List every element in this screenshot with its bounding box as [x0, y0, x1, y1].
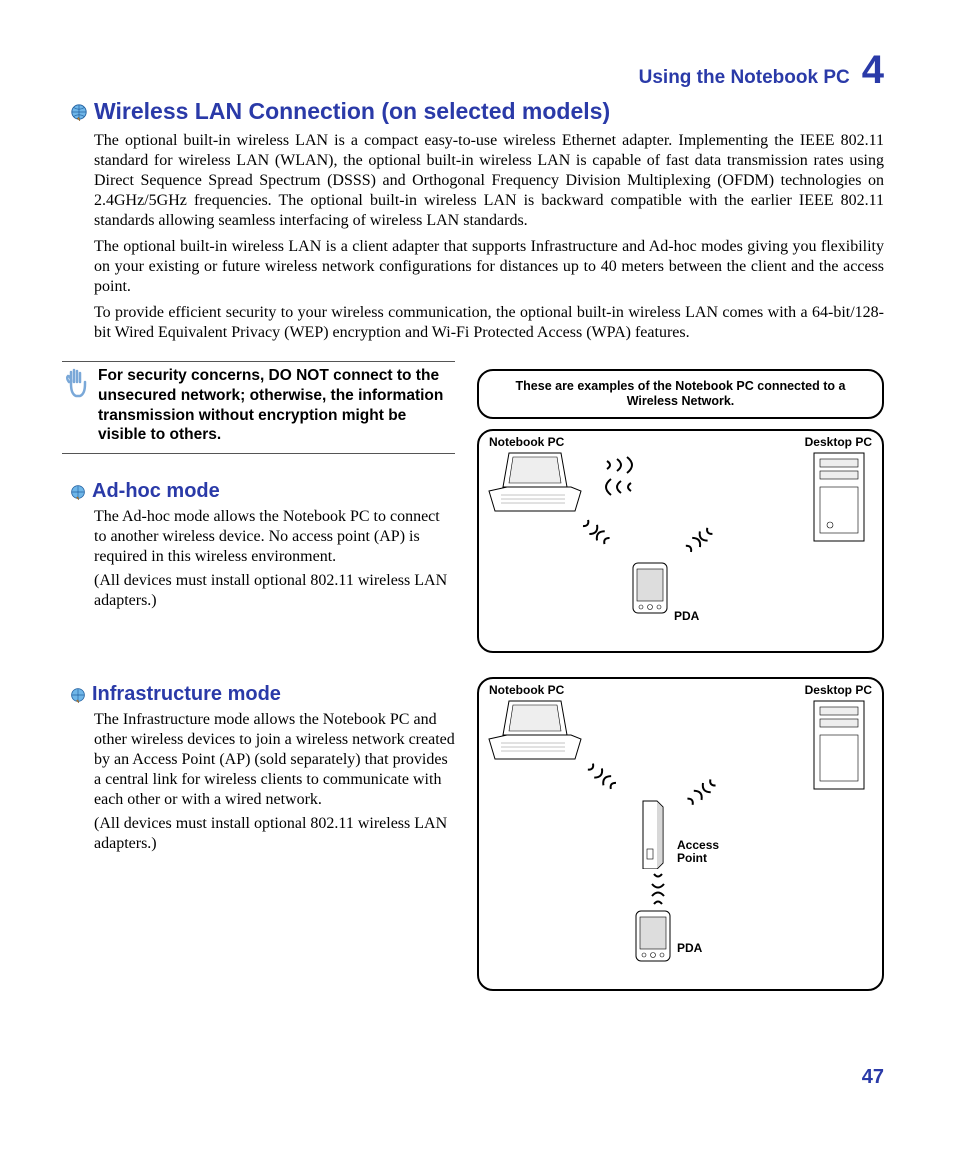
laptop-icon: [487, 451, 582, 516]
infra-diagram: Notebook PC Desktop PC Access Point PDA: [477, 677, 884, 991]
signal-icon: [569, 515, 624, 560]
label-notebook: Notebook PC: [489, 683, 564, 697]
infra-heading-row: Infrastructure mode: [70, 683, 455, 706]
warning-text: For security concerns, DO NOT connect to…: [98, 366, 455, 445]
signal-icon: [599, 475, 659, 515]
infra-title: Infrastructure mode: [92, 683, 281, 706]
signal-icon: [677, 519, 732, 564]
main-heading-row: Wireless LAN Connection (on selected mod…: [70, 98, 884, 125]
signal-icon: [571, 757, 631, 807]
desktop-icon: [810, 699, 870, 794]
adhoc-diagram: Notebook PC Desktop PC PDA: [477, 429, 884, 653]
label-pda: PDA: [674, 609, 699, 623]
label-notebook: Notebook PC: [489, 435, 564, 449]
header-title: Using the Notebook PC: [639, 67, 850, 89]
hand-stop-icon: [62, 366, 90, 445]
infra-note: (All devices must install optional 802.1…: [94, 814, 455, 854]
globe-icon: [70, 484, 86, 500]
adhoc-heading-row: Ad-hoc mode: [70, 480, 455, 503]
chapter-number: 4: [862, 50, 884, 90]
page-title: Wireless LAN Connection (on selected mod…: [94, 98, 610, 125]
label-access-point: Access Point: [677, 839, 719, 865]
adhoc-body: The Ad-hoc mode allows the Notebook PC t…: [94, 507, 455, 567]
intro-paragraph-3: To provide efficient security to your wi…: [94, 303, 884, 343]
intro-paragraph-2: The optional built-in wireless LAN is a …: [94, 237, 884, 297]
adhoc-title: Ad-hoc mode: [92, 480, 220, 503]
diagram-caption: These are examples of the Notebook PC co…: [477, 369, 884, 419]
page-number: 47: [862, 1066, 884, 1089]
security-warning: For security concerns, DO NOT connect to…: [62, 361, 455, 454]
label-pda: PDA: [677, 941, 702, 955]
globe-icon: [70, 103, 88, 121]
globe-icon: [70, 687, 86, 703]
pda-icon: [631, 561, 669, 616]
pda-icon: [634, 909, 672, 964]
signal-icon: [677, 769, 737, 819]
signal-icon: [627, 869, 682, 914]
intro-paragraph-1: The optional built-in wireless LAN is a …: [94, 131, 884, 231]
access-point-icon: [639, 799, 669, 869]
desktop-icon: [810, 451, 870, 546]
laptop-icon: [487, 699, 582, 764]
label-desktop: Desktop PC: [805, 435, 872, 449]
adhoc-note: (All devices must install optional 802.1…: [94, 571, 455, 611]
label-desktop: Desktop PC: [805, 683, 872, 697]
header: Using the Notebook PC 4: [70, 50, 884, 90]
infra-body: The Infrastructure mode allows the Noteb…: [94, 710, 455, 810]
